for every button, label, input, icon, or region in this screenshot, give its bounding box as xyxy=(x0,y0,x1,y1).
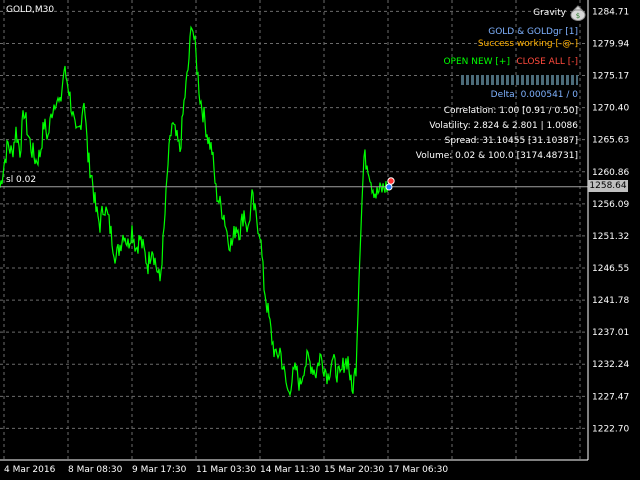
y-tick-label: 1284.71 xyxy=(592,7,629,17)
pair-label: GOLD & GOLDgr [1] xyxy=(488,27,578,37)
line-label: sl 0.02 xyxy=(6,175,37,185)
y-tick-label: 1232.24 xyxy=(592,360,629,370)
close-all-button[interactable]: CLOSE ALL [-] xyxy=(516,57,578,68)
y-tick-label: 1251.32 xyxy=(592,232,629,242)
delta-label: Delta: 0.000541 / 0 xyxy=(490,90,578,100)
sell-marker-icon[interactable] xyxy=(387,177,395,185)
y-tick-label: 1237.01 xyxy=(592,328,629,338)
panel-title: Gravity xyxy=(533,8,566,18)
trade-markers[interactable] xyxy=(385,177,395,191)
y-tick-label: 1265.63 xyxy=(592,136,629,146)
y-tick-label: 1260.86 xyxy=(592,168,629,178)
y-tick-label: 1270.40 xyxy=(592,104,629,114)
y-tick-label: 1279.94 xyxy=(592,39,629,49)
y-tick-label: 1241.78 xyxy=(592,296,629,306)
y-tick-label: 1256.09 xyxy=(592,200,629,210)
spread-label: Spread: 31.10455 [31.10387] xyxy=(444,136,578,146)
open-new-button[interactable]: OPEN NEW [+] xyxy=(443,57,510,68)
moneybag-icon: $ xyxy=(569,3,587,21)
x-tick-label: 14 Mar 11:30 xyxy=(260,465,320,475)
delta-progress-bar xyxy=(461,75,578,85)
y-axis-ticks: 1284.71 1279.94 1275.17 1270.40 1265.63 1260.… xyxy=(592,7,629,434)
volatility-label: Volatility: 2.824 & 2.801 | 1.0086 xyxy=(429,121,578,131)
y-tick-label: 1275.17 xyxy=(592,72,629,82)
x-axis-ticks: 4 Mar 2016 8 Mar 08:30 9 Mar 17:30 11 Mar 0… xyxy=(4,465,448,475)
y-tick-label: 1246.55 xyxy=(592,264,629,274)
x-tick-label: 15 Mar 20:30 xyxy=(324,465,384,475)
status-label: Success working [-@-] xyxy=(477,39,578,49)
y-tick-label: 1227.47 xyxy=(592,392,629,402)
symbol-label: GOLD,M30 xyxy=(6,5,55,15)
y-tick-label: 1222.70 xyxy=(592,424,629,434)
price-line xyxy=(0,25,389,398)
svg-text:$: $ xyxy=(576,12,580,20)
volume-label: Volume: 0.02 & 100.0 [3174.48731] xyxy=(415,151,578,161)
price-chart[interactable]: 1284.71 1279.94 1275.17 1270.40 1265.63 1260.… xyxy=(0,0,640,480)
price-series xyxy=(0,25,389,398)
x-tick-label: 17 Mar 06:30 xyxy=(388,465,448,475)
chart-grid xyxy=(0,0,588,460)
correlation-label: Correlation: 1.00 [0.91 / 0.50] xyxy=(443,106,578,116)
buy-marker-icon[interactable] xyxy=(385,183,393,191)
x-tick-label: 4 Mar 2016 xyxy=(4,465,56,475)
current-price-box: 1258.64 xyxy=(588,180,628,192)
x-tick-label: 8 Mar 08:30 xyxy=(68,465,123,475)
x-tick-label: 11 Mar 03:30 xyxy=(196,465,256,475)
x-tick-label: 9 Mar 17:30 xyxy=(132,465,187,475)
